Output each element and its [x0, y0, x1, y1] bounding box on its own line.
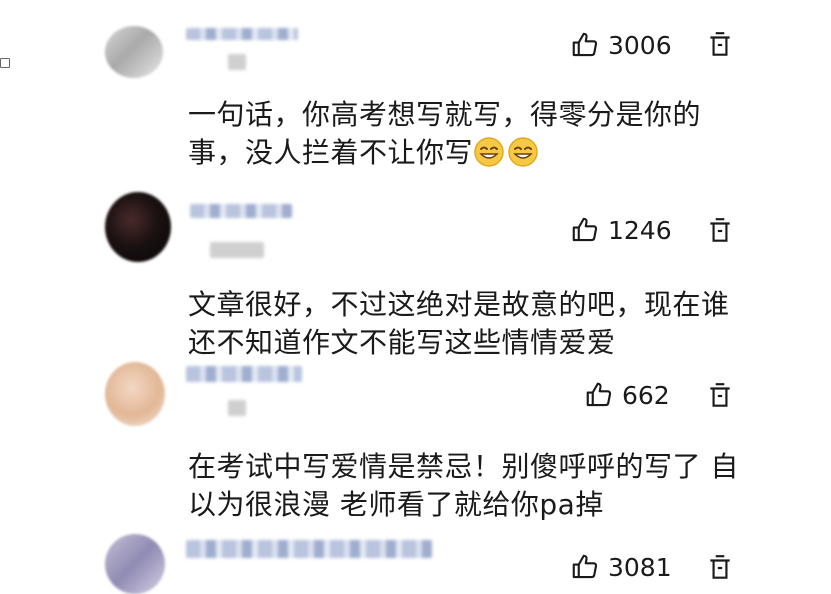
like-button[interactable]: 662	[584, 380, 670, 410]
like-button[interactable]: 3081	[570, 552, 672, 582]
grinning-face-emoji	[508, 137, 538, 167]
like-button[interactable]: 1246	[570, 215, 672, 245]
avatar[interactable]	[105, 26, 163, 78]
avatar[interactable]	[105, 534, 165, 594]
username-blurred[interactable]	[186, 28, 298, 40]
avatar[interactable]	[105, 362, 165, 426]
like-count: 1246	[608, 215, 672, 245]
meta-blurred	[228, 54, 246, 70]
like-count: 3081	[608, 552, 672, 582]
username-blurred[interactable]	[186, 366, 302, 382]
like-button[interactable]: 3006	[570, 30, 672, 60]
avatar[interactable]	[105, 192, 171, 262]
thumbs-up-icon	[572, 217, 598, 242]
grinning-face-emoji	[474, 137, 504, 167]
thumbs-up-icon	[572, 32, 598, 57]
comment-text: 一句话，你高考想写就写，得零分是你的事，没人拦着不让你写	[188, 98, 702, 169]
comment-text: 在考试中写爱情是禁忌！别傻呼呼的写了 自以为很浪漫 老师看了就给你pa掉	[188, 450, 739, 521]
like-count: 662	[622, 380, 670, 410]
like-count: 3006	[608, 30, 672, 60]
thumbs-up-icon	[586, 382, 612, 407]
trash-icon[interactable]	[707, 216, 733, 246]
thumbs-up-icon	[572, 554, 598, 579]
trash-icon[interactable]	[707, 381, 733, 411]
trash-icon[interactable]	[707, 30, 733, 60]
username-blurred[interactable]	[186, 540, 432, 558]
meta-blurred	[228, 400, 246, 416]
comment-text: 文章很好，不过这绝对是故意的吧，现在谁还不知道作文不能写这些情情爱爱	[188, 288, 730, 359]
username-blurred[interactable]	[190, 204, 292, 218]
meta-blurred	[210, 242, 264, 258]
trash-icon[interactable]	[707, 553, 733, 583]
edge-icon	[0, 58, 10, 68]
